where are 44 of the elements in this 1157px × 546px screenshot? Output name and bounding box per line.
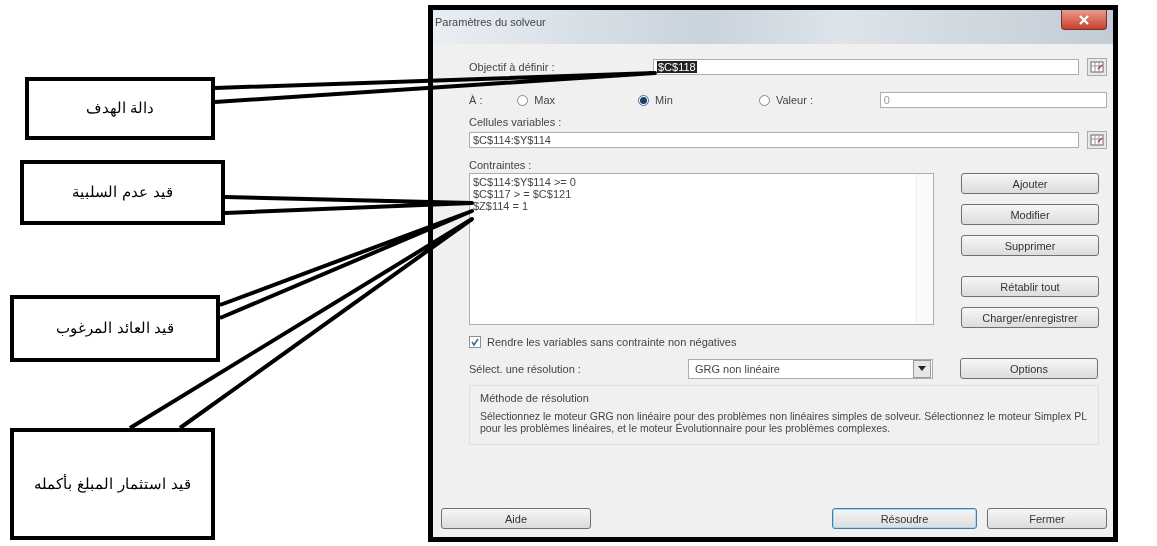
- constraints-list[interactable]: $C$114:$Y$114 >= 0 $C$117 > = $C$121 $Z$114 = 1: [469, 173, 934, 325]
- radio-label[interactable]: Valeur :: [775, 94, 813, 106]
- help-text: Sélectionnez le moteur GRG non linéaire pour des problèmes non linéaires simples de solveur. Sélectionnez le moteur Simplex PL pour les problèmes linéaires, et le moteur Évolutionnaire pour les problèmes complexes.: [480, 410, 1088, 434]
- dialog-button[interactable]: Aide: [441, 508, 591, 529]
- radio-button[interactable]: [517, 94, 529, 106]
- callout-label: قيد العائد المرغوب: [10, 295, 220, 362]
- field-label: Contraintes :: [469, 159, 533, 171]
- radio-label[interactable]: Min: [655, 94, 673, 106]
- check-icon: [470, 337, 480, 347]
- radio-button[interactable]: [638, 94, 650, 106]
- field-label: Cellules variables :: [469, 116, 563, 128]
- radio-label[interactable]: Max: [534, 94, 556, 106]
- constraint-item[interactable]: $C$117 > = $C$121: [473, 188, 913, 200]
- grid-icon: [1090, 61, 1104, 73]
- scrollbar[interactable]: [916, 174, 933, 324]
- action-button[interactable]: Rétablir tout: [961, 276, 1099, 297]
- constraint-item[interactable]: $C$114:$Y$114 >= 0: [473, 176, 913, 188]
- field-label: Sélect. une résolution :: [469, 362, 582, 375]
- method-dropdown[interactable]: GRG non linéaire: [688, 358, 933, 379]
- dialog-button[interactable]: Fermer: [987, 508, 1107, 529]
- action-button[interactable]: Ajouter: [961, 173, 1099, 194]
- action-button[interactable]: Charger/enregistrer: [961, 307, 1099, 328]
- dialog-button[interactable]: Résoudre: [832, 508, 977, 529]
- grid-icon: [1090, 134, 1104, 146]
- window-title: Paramètres du solveur: [435, 16, 546, 28]
- action-button[interactable]: Supprimer: [961, 235, 1099, 256]
- callout-label: قيد استثمار المبلغ بأكمله: [10, 428, 215, 540]
- options-button[interactable]: Options: [960, 358, 1098, 379]
- action-button[interactable]: Modifier: [961, 204, 1099, 225]
- range-select-button[interactable]: [1087, 131, 1107, 149]
- caret-icon: [918, 366, 926, 371]
- close-button[interactable]: [1061, 10, 1107, 30]
- nonneg-checkbox[interactable]: Rendre les variables sans contrainte non négatives: [469, 336, 1107, 348]
- field-label: À :: [469, 94, 484, 106]
- objective-field[interactable]: $C$118: [653, 59, 1079, 75]
- group-title: Méthode de résolution: [480, 392, 590, 404]
- field-label: Objectif à définir :: [469, 61, 556, 73]
- constraint-item[interactable]: $Z$114 = 1: [473, 200, 913, 212]
- radio-button[interactable]: [758, 94, 770, 106]
- callout-label: دالة الهدف: [25, 77, 215, 140]
- callout-label: قيد عدم السلبية: [20, 160, 225, 225]
- variable-cells-field[interactable]: $C$114:$Y$114: [469, 132, 1079, 148]
- range-select-button[interactable]: [1087, 58, 1107, 76]
- close-icon: [1078, 14, 1090, 25]
